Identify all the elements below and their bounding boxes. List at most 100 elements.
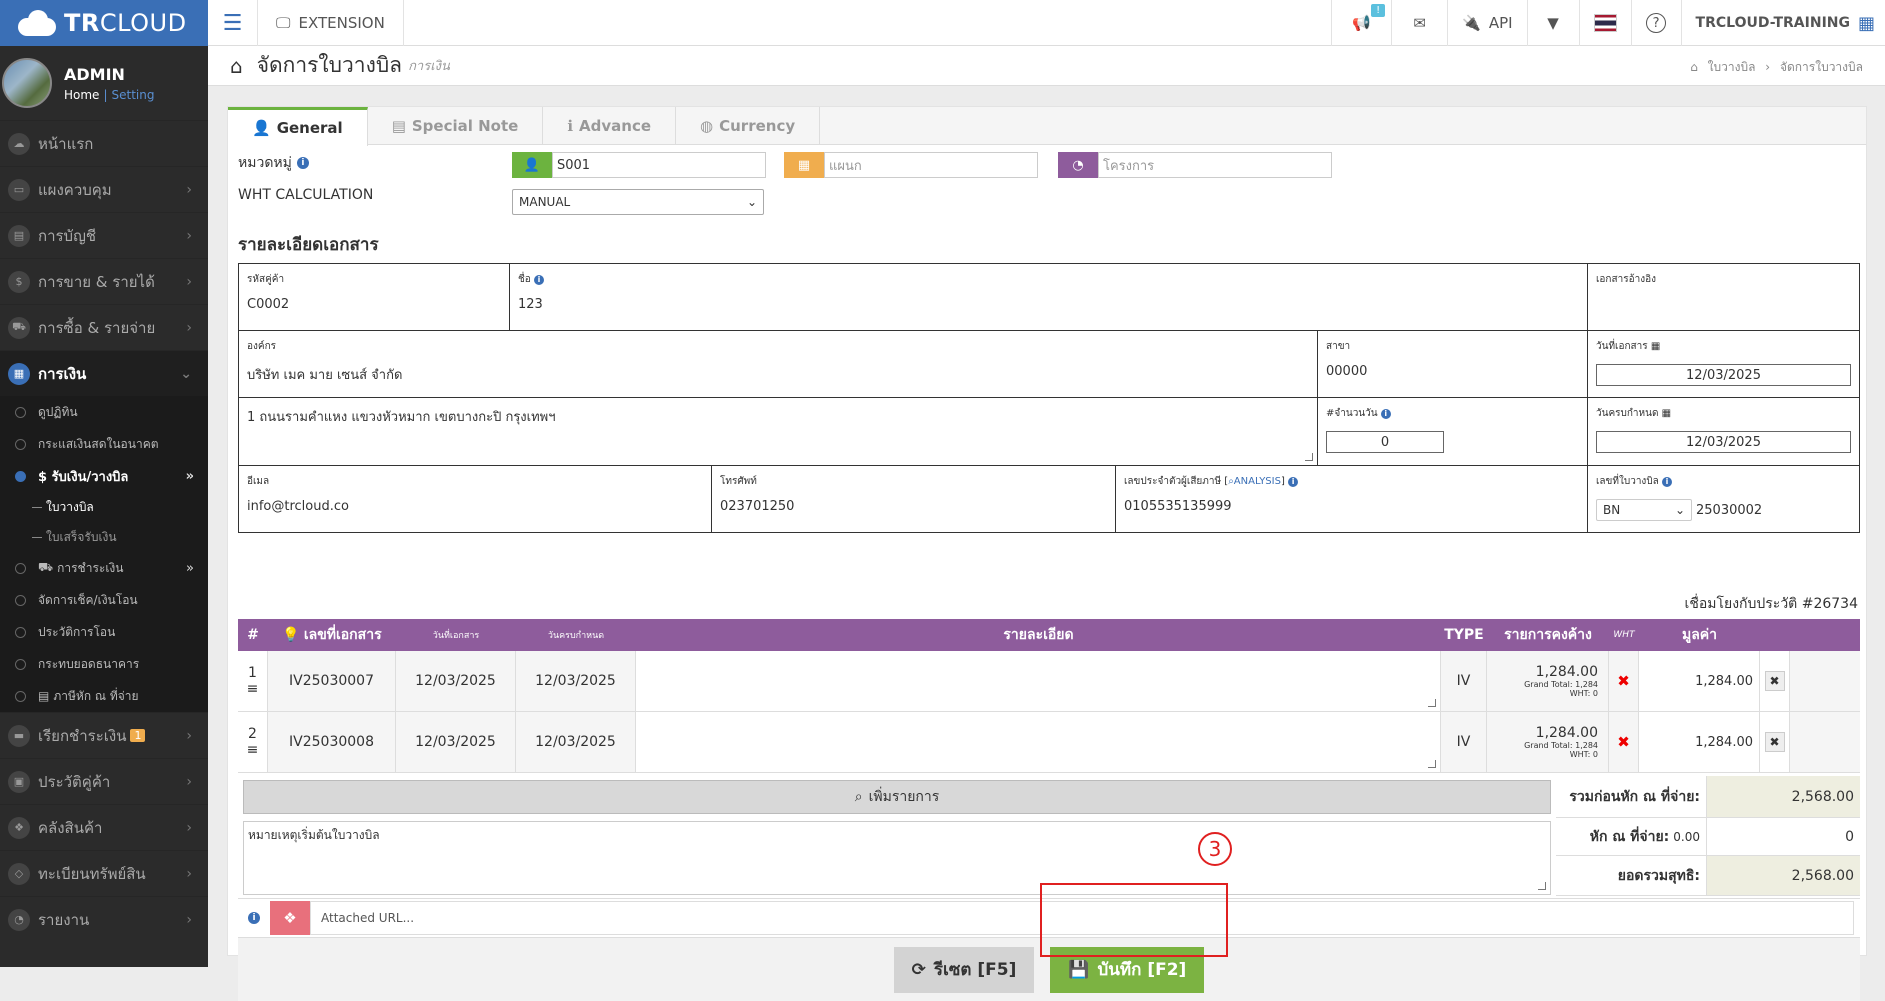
book-icon: ▤: [8, 224, 30, 247]
api-button[interactable]: 🔌 API: [1447, 0, 1526, 46]
resize-handle[interactable]: [1305, 453, 1313, 461]
caret-down-icon: ▼: [1547, 14, 1559, 32]
analysis-link[interactable]: ANALYSIS: [1234, 476, 1281, 487]
sidebar: ADMIN Home | Setting ☁ หน้าแรก ▭ แผงควบคุม › …: [0, 46, 208, 967]
info-square-icon: ℹ: [567, 116, 574, 135]
phone[interactable]: 023701250: [720, 499, 1107, 514]
bill-prefix-select[interactable]: BN ⌄: [1596, 499, 1692, 521]
info-icon[interactable]: i: [1288, 477, 1299, 487]
department-input[interactable]: แผนก: [824, 152, 1038, 178]
announcement-button[interactable]: 📢 !: [1331, 0, 1391, 46]
setting-link[interactable]: Setting: [111, 88, 154, 102]
sidebar-sub-receive[interactable]: $ รับเงิน/วางบิล»: [0, 460, 208, 492]
row-docno[interactable]: IV25030007: [268, 651, 396, 711]
info-icon[interactable]: i: [1661, 477, 1672, 487]
row-value[interactable]: 1,284.00: [1639, 651, 1760, 711]
avatar[interactable]: [2, 58, 52, 108]
add-item-button[interactable]: ⌕ เพิ่มรายการ: [243, 780, 1551, 814]
sidebar-sub-cashflow[interactable]: กระแสเงินสดในอนาคต: [0, 428, 208, 460]
sum-before-wht: 2,568.00: [1707, 776, 1860, 817]
sidebar-sub-wht[interactable]: ▤ ภาษีหัก ณ ที่จ่าย: [0, 680, 208, 712]
resize-handle[interactable]: [1428, 699, 1436, 707]
breadcrumb-billing[interactable]: ใบวางบิล: [1708, 60, 1756, 74]
row-value[interactable]: 1,284.00: [1639, 712, 1760, 772]
days-input[interactable]: 0: [1326, 431, 1444, 453]
document-date-input[interactable]: 12/03/2025: [1596, 364, 1851, 386]
category-label: หมวดหมู่: [238, 155, 292, 171]
info-icon[interactable]: i: [1380, 409, 1391, 419]
sidebar-sub-transfer-history[interactable]: ประวัติการโอน: [0, 616, 208, 648]
info-icon[interactable]: i: [533, 275, 544, 285]
extension-button[interactable]: 🖵 EXTENSION: [258, 0, 404, 46]
tab-advance[interactable]: ℹ Advance: [543, 107, 677, 144]
sidebar-item-assets[interactable]: ◇ ทะเบียนทรัพย์สิน ›: [0, 850, 208, 896]
sidebar-item-partner-history[interactable]: ▣ ประวัติคู่ค้า ›: [0, 758, 208, 804]
sidebar-item-sales[interactable]: $ การขาย & รายได้ ›: [0, 258, 208, 304]
language-button[interactable]: [1578, 0, 1631, 46]
tab-general[interactable]: 👤 General: [228, 107, 368, 146]
profile: ADMIN Home | Setting: [0, 46, 208, 120]
branch[interactable]: 00000: [1326, 364, 1579, 379]
bill-number[interactable]: 25030002: [1696, 503, 1762, 518]
delete-row-button[interactable]: ✖: [1764, 732, 1785, 752]
chevron-down-icon: ⌄: [180, 365, 192, 382]
user-menu[interactable]: TRCLOUD-TRAINING ▦: [1680, 0, 1885, 46]
info-icon[interactable]: i: [248, 911, 260, 924]
resize-handle[interactable]: [1538, 882, 1546, 890]
help-button[interactable]: ?: [1630, 0, 1681, 46]
customer-name[interactable]: 123: [518, 297, 1579, 312]
dropdown-button[interactable]: ▼: [1526, 0, 1579, 46]
home-icon[interactable]: ⌂: [1690, 60, 1698, 74]
customer-code[interactable]: C0002: [247, 297, 501, 312]
sidebar-subsub-receipt[interactable]: ใบเสร็จรับเงิน: [0, 522, 208, 552]
row-description[interactable]: [636, 651, 1441, 711]
home-icon[interactable]: ⌂: [230, 54, 243, 78]
sidebar-item-billing[interactable]: ▬ เรียกชำระเงิน 1 ›: [0, 712, 208, 758]
organization-name[interactable]: บริษัท เมค มาย เซนส์ จำกัด: [247, 364, 1309, 385]
wht-remove-icon[interactable]: ✖: [1617, 733, 1630, 751]
sidebar-sub-payment[interactable]: ⛟ การชำระเงิน»: [0, 552, 208, 584]
page-subtitle: การเงิน: [408, 59, 450, 74]
address-textarea[interactable]: 1 ถนนรามคำแหง แขวงหัวหมาก เขตบางกะปิ กรุ…: [247, 406, 1309, 427]
chevron-down-icon: ⌄: [746, 195, 757, 209]
wht-calculation-select[interactable]: MANUAL ⌄: [512, 189, 764, 215]
user-icon: 👤: [512, 152, 552, 178]
sidebar-sub-calendar[interactable]: ดูปฏิทิน: [0, 396, 208, 428]
row-docno[interactable]: IV25030008: [268, 712, 396, 772]
page-title: จัดการใบวางบิล: [256, 53, 403, 77]
notes-textarea[interactable]: หมายเหตุเริ่มต้นใบวางบิล: [243, 821, 1551, 895]
logo[interactable]: TRCLOUD: [0, 0, 208, 46]
sidebar-sub-reconcile[interactable]: กระทบยอดธนาคาร: [0, 648, 208, 680]
sidebar-item-inventory[interactable]: ❖ คลังสินค้า ›: [0, 804, 208, 850]
tax-id[interactable]: 0105535135999: [1124, 499, 1579, 514]
sidebar-sub-cheque[interactable]: จัดการเช็ค/เงินโอน: [0, 584, 208, 616]
sidebar-item-reports[interactable]: ◔ รายงาน ›: [0, 896, 208, 942]
resize-handle[interactable]: [1428, 760, 1436, 768]
email[interactable]: info@trcloud.co: [247, 499, 703, 514]
category-input[interactable]: S001: [552, 152, 766, 178]
reset-button[interactable]: ⟳ รีเซต [F5]: [893, 946, 1035, 993]
sidebar-item-accounting[interactable]: ▤ การบัญชี ›: [0, 212, 208, 258]
due-date-input[interactable]: 12/03/2025: [1596, 431, 1851, 453]
sidebar-item-dashboard[interactable]: ▭ แผงควบคุม ›: [0, 166, 208, 212]
search-icon: ⌕: [854, 789, 863, 805]
sidebar-item-purchases[interactable]: ⛟ การซื้อ & รายจ่าย ›: [0, 304, 208, 350]
cloud-icon: [14, 10, 58, 36]
tab-special-note[interactable]: ▤ Special Note: [368, 107, 544, 144]
sidebar-item-home[interactable]: ☁ หน้าแรก: [0, 120, 208, 166]
info-icon[interactable]: i: [296, 157, 309, 169]
row-description[interactable]: [636, 712, 1441, 772]
tab-currency[interactable]: ◍ Currency: [676, 107, 821, 144]
net-total: 2,568.00: [1707, 856, 1860, 895]
sidebar-subsub-billing[interactable]: ใบวางบิล: [0, 492, 208, 522]
sidebar-item-finance[interactable]: ▦ การเงิน ⌄: [0, 350, 208, 396]
drag-handle-icon[interactable]: ≡: [247, 681, 259, 697]
wht-remove-icon[interactable]: ✖: [1617, 672, 1630, 690]
dropbox-icon[interactable]: ❖: [270, 900, 310, 935]
hamburger-menu-icon[interactable]: ☰: [208, 0, 258, 46]
mail-button[interactable]: ✉: [1391, 0, 1447, 46]
drag-handle-icon[interactable]: ≡: [247, 742, 259, 758]
home-link[interactable]: Home: [64, 88, 99, 102]
project-input[interactable]: โครงการ: [1098, 152, 1332, 178]
delete-row-button[interactable]: ✖: [1764, 671, 1785, 691]
